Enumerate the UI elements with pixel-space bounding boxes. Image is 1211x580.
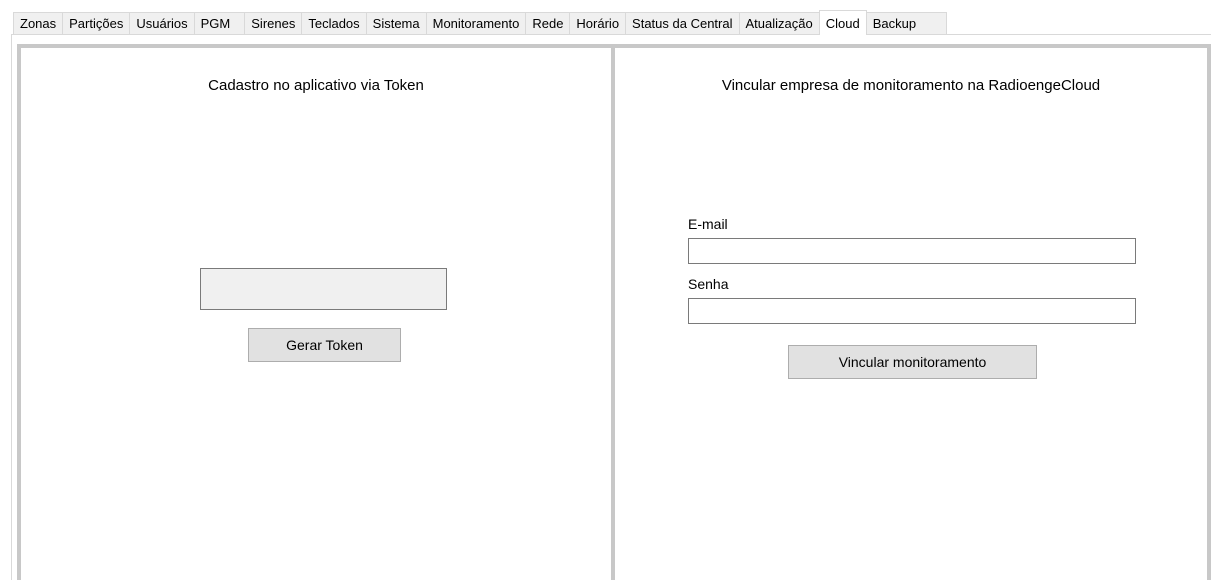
tab-zonas[interactable]: Zonas	[13, 12, 63, 34]
tab-status-da-central[interactable]: Status da Central	[625, 12, 739, 34]
token-panel-title: Cadastro no aplicativo via Token	[208, 77, 424, 94]
tab-horario[interactable]: Horário	[569, 12, 626, 34]
password-field[interactable]	[688, 298, 1136, 324]
tab-teclados[interactable]: Teclados	[301, 12, 366, 34]
tab-atualizacao[interactable]: Atualização	[738, 12, 819, 34]
tab-backup[interactable]: Backup	[866, 12, 948, 34]
email-field[interactable]	[688, 238, 1136, 264]
password-label: Senha	[688, 276, 729, 292]
monitoring-panel-title: Vincular empresa de monitoramento na Rad…	[721, 77, 1101, 94]
tab-monitoramento[interactable]: Monitoramento	[425, 12, 526, 34]
token-registration-panel: Cadastro no aplicativo via Token Gerar T…	[17, 44, 611, 580]
tab-pgm[interactable]: PGM	[193, 12, 245, 34]
generate-token-button[interactable]: Gerar Token	[248, 328, 401, 362]
tab-sirenes[interactable]: Sirenes	[244, 12, 302, 34]
token-display-field	[200, 268, 447, 310]
tab-rede[interactable]: Rede	[525, 12, 570, 34]
tab-cloud[interactable]: Cloud	[818, 10, 867, 35]
tab-usuarios[interactable]: Usuários	[129, 12, 194, 34]
tab-bar: Zonas Partições Usuários PGM Sirenes Tec…	[13, 9, 948, 35]
tab-sistema[interactable]: Sistema	[365, 12, 426, 34]
email-label: E-mail	[688, 216, 728, 232]
link-monitoring-button[interactable]: Vincular monitoramento	[788, 345, 1037, 379]
tab-particoes[interactable]: Partições	[62, 12, 130, 34]
monitoring-link-panel: Vincular empresa de monitoramento na Rad…	[611, 44, 1211, 580]
